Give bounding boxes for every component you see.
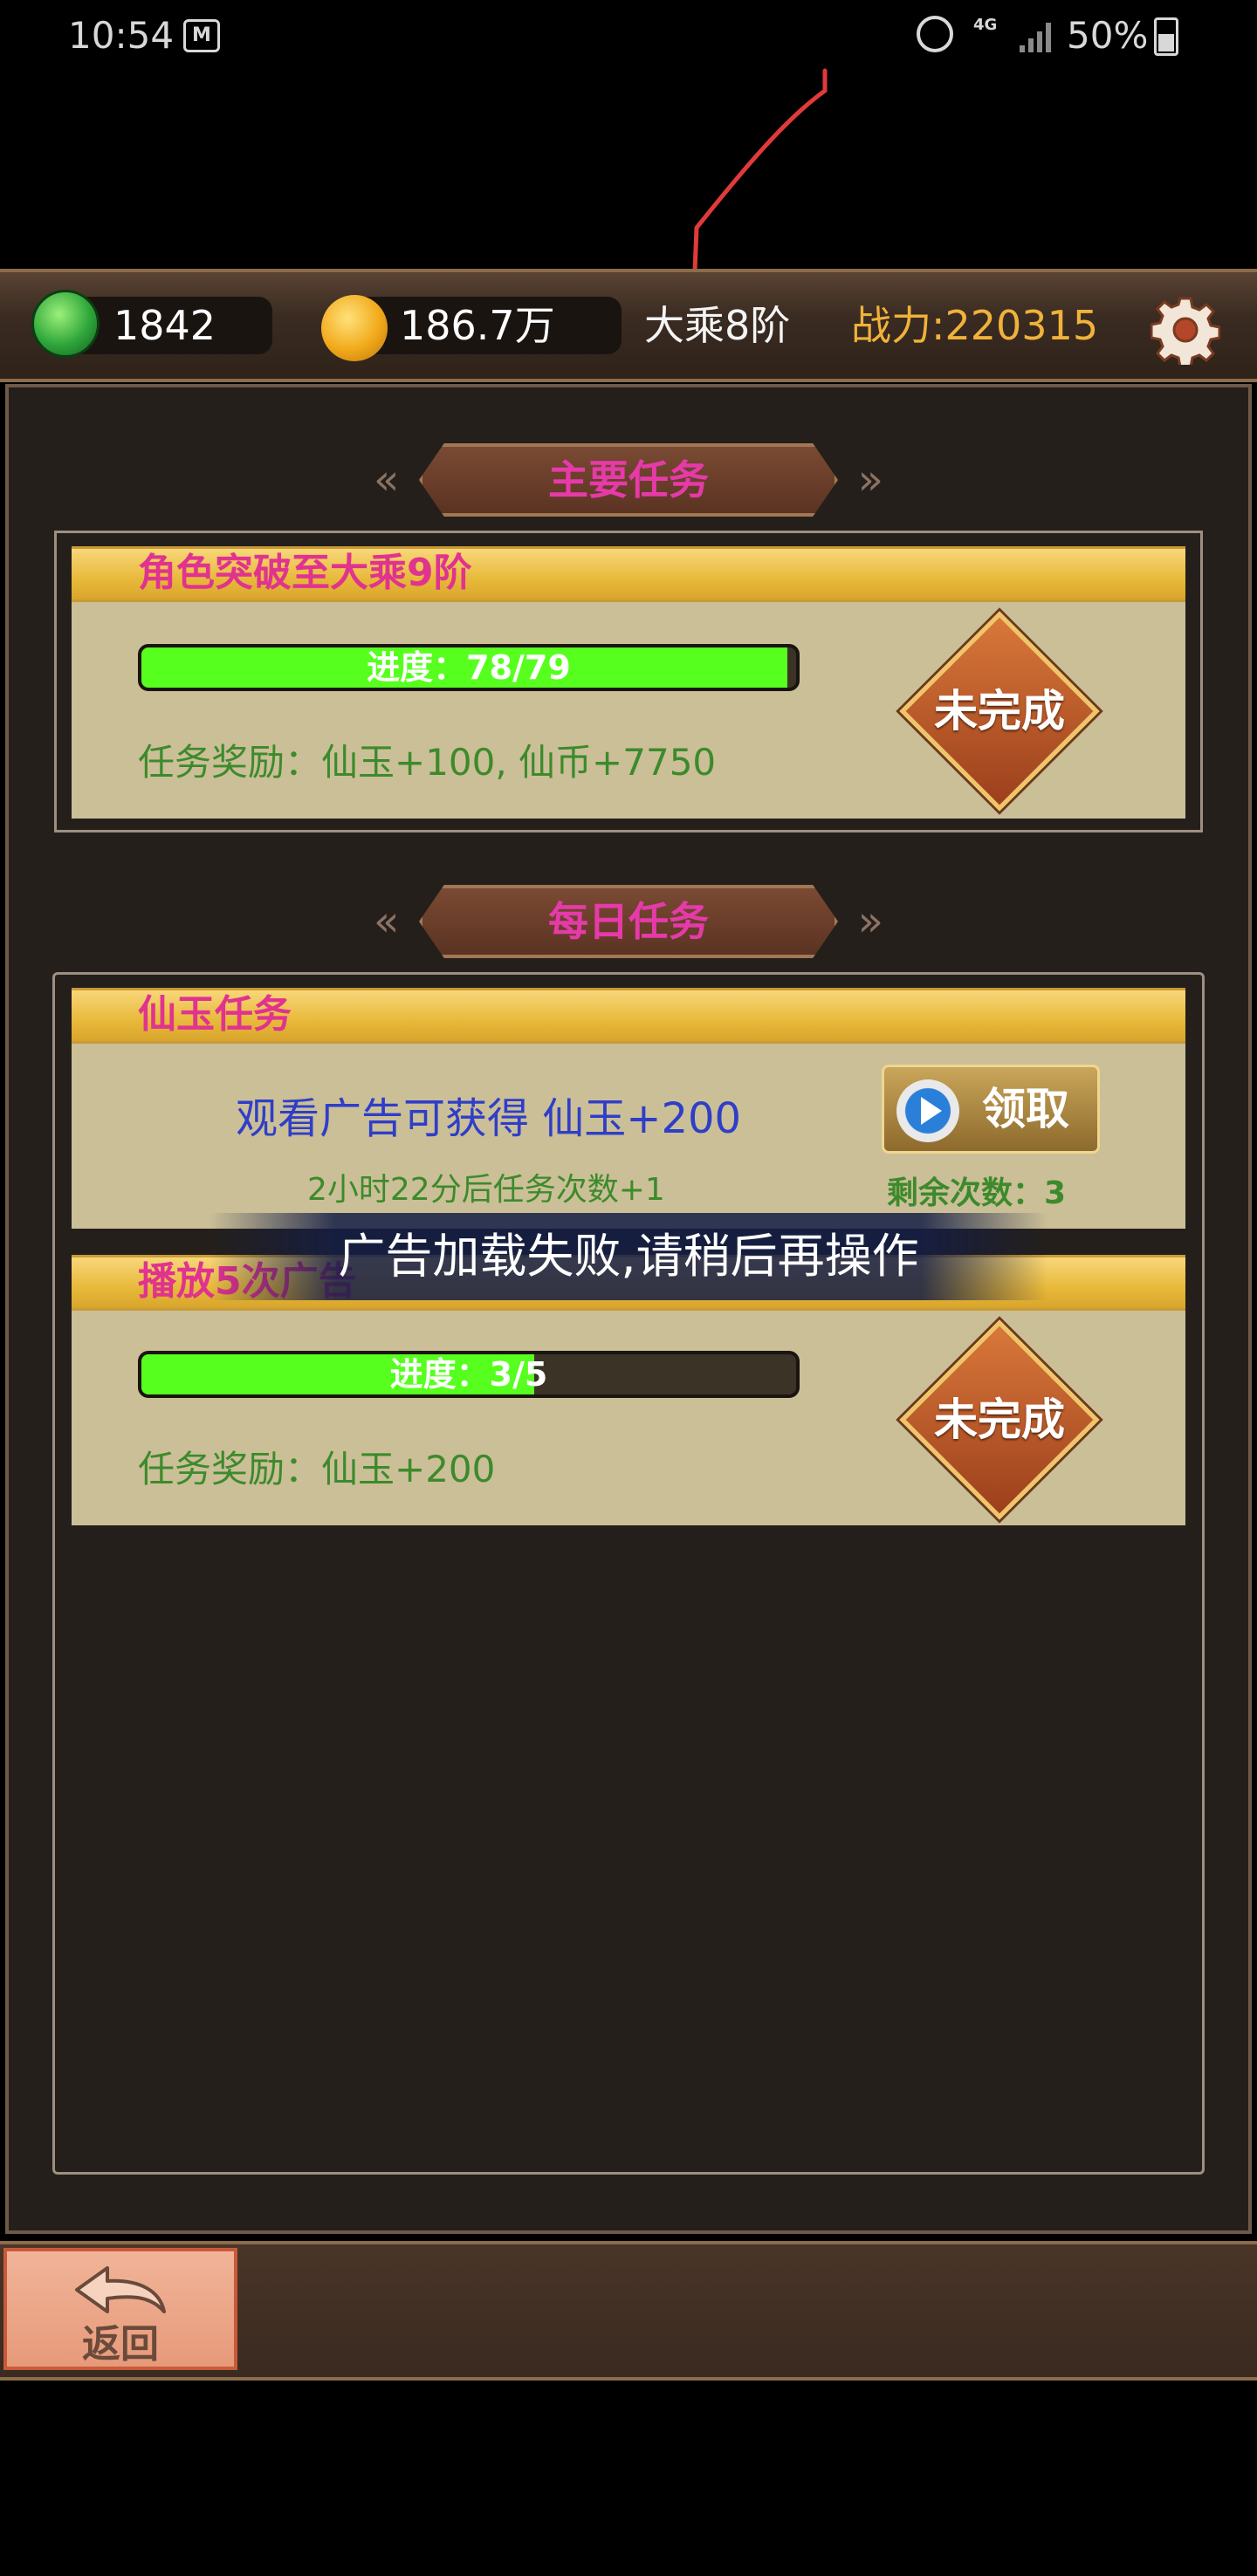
- signal-icon: [1020, 23, 1051, 52]
- daily-quest-banner: « » 每日任务: [374, 885, 883, 958]
- jade-task-description: 观看广告可获得 仙玉+200: [236, 1094, 742, 1143]
- claim-button-label: 领取: [982, 1084, 1069, 1134]
- main-quest-progress-bar: 进度：78/79: [138, 644, 800, 691]
- annotation-stroke: [691, 68, 828, 296]
- ad-task-progress-text: 进度：3/5: [389, 1355, 548, 1394]
- main-quest-title: 角色突破至大乘9阶: [138, 551, 472, 595]
- jade-amount: 1842: [113, 302, 216, 349]
- play-video-icon: [896, 1079, 959, 1142]
- main-quest-banner: « » 主要任务: [374, 443, 883, 517]
- main-quest-progress-text: 进度：78/79: [367, 648, 571, 687]
- main-quest-reward: 任务奖励：仙玉+100, 仙币+7750: [138, 741, 717, 784]
- network-type: 4G: [973, 16, 998, 34]
- combat-power: 战力:220315: [851, 302, 1099, 349]
- main-quest-section-title: 主要任务: [548, 456, 709, 504]
- jade-icon: [31, 290, 100, 358]
- toast-text: 广告加载失败,请稍后再操作: [338, 1229, 919, 1284]
- back-button-label: 返回: [82, 2322, 159, 2367]
- ad-task-progress-bar: 进度：3/5: [138, 1351, 800, 1398]
- back-arrow-icon: [75, 2266, 166, 2313]
- ad-task-status-label: 未完成: [934, 1394, 1065, 1445]
- battery-icon: [1154, 17, 1178, 56]
- toast-message: 广告加载失败,请稍后再操作: [210, 1213, 1048, 1300]
- main-quest-status-label: 未完成: [934, 686, 1065, 736]
- status-time: 10:54: [68, 14, 175, 57]
- battery-percent: 50%: [1067, 14, 1149, 57]
- jade-task-timer: 2小时22分后任务次数+1: [307, 1172, 665, 1208]
- claim-button[interactable]: 领取: [882, 1065, 1100, 1154]
- remaining-count: 剩余次数：3: [887, 1175, 1067, 1211]
- main-quest-status-button[interactable]: 未完成: [899, 611, 1100, 812]
- ad-task-reward: 任务奖励：仙玉+200: [138, 1448, 496, 1490]
- mail-notification-icon: M: [183, 19, 220, 52]
- coin-icon: [321, 295, 388, 361]
- coin-amount: 186.7万: [400, 302, 555, 349]
- gear-icon[interactable]: [1151, 295, 1220, 365]
- alarm-icon: [917, 16, 953, 52]
- cultivation-realm: 大乘8阶: [644, 302, 791, 349]
- daily-quest-section-title: 每日任务: [548, 898, 709, 945]
- back-button[interactable]: 返回: [3, 2248, 237, 2370]
- jade-task-title: 仙玉任务: [138, 992, 292, 1037]
- ad-task-status-button[interactable]: 未完成: [899, 1319, 1100, 1520]
